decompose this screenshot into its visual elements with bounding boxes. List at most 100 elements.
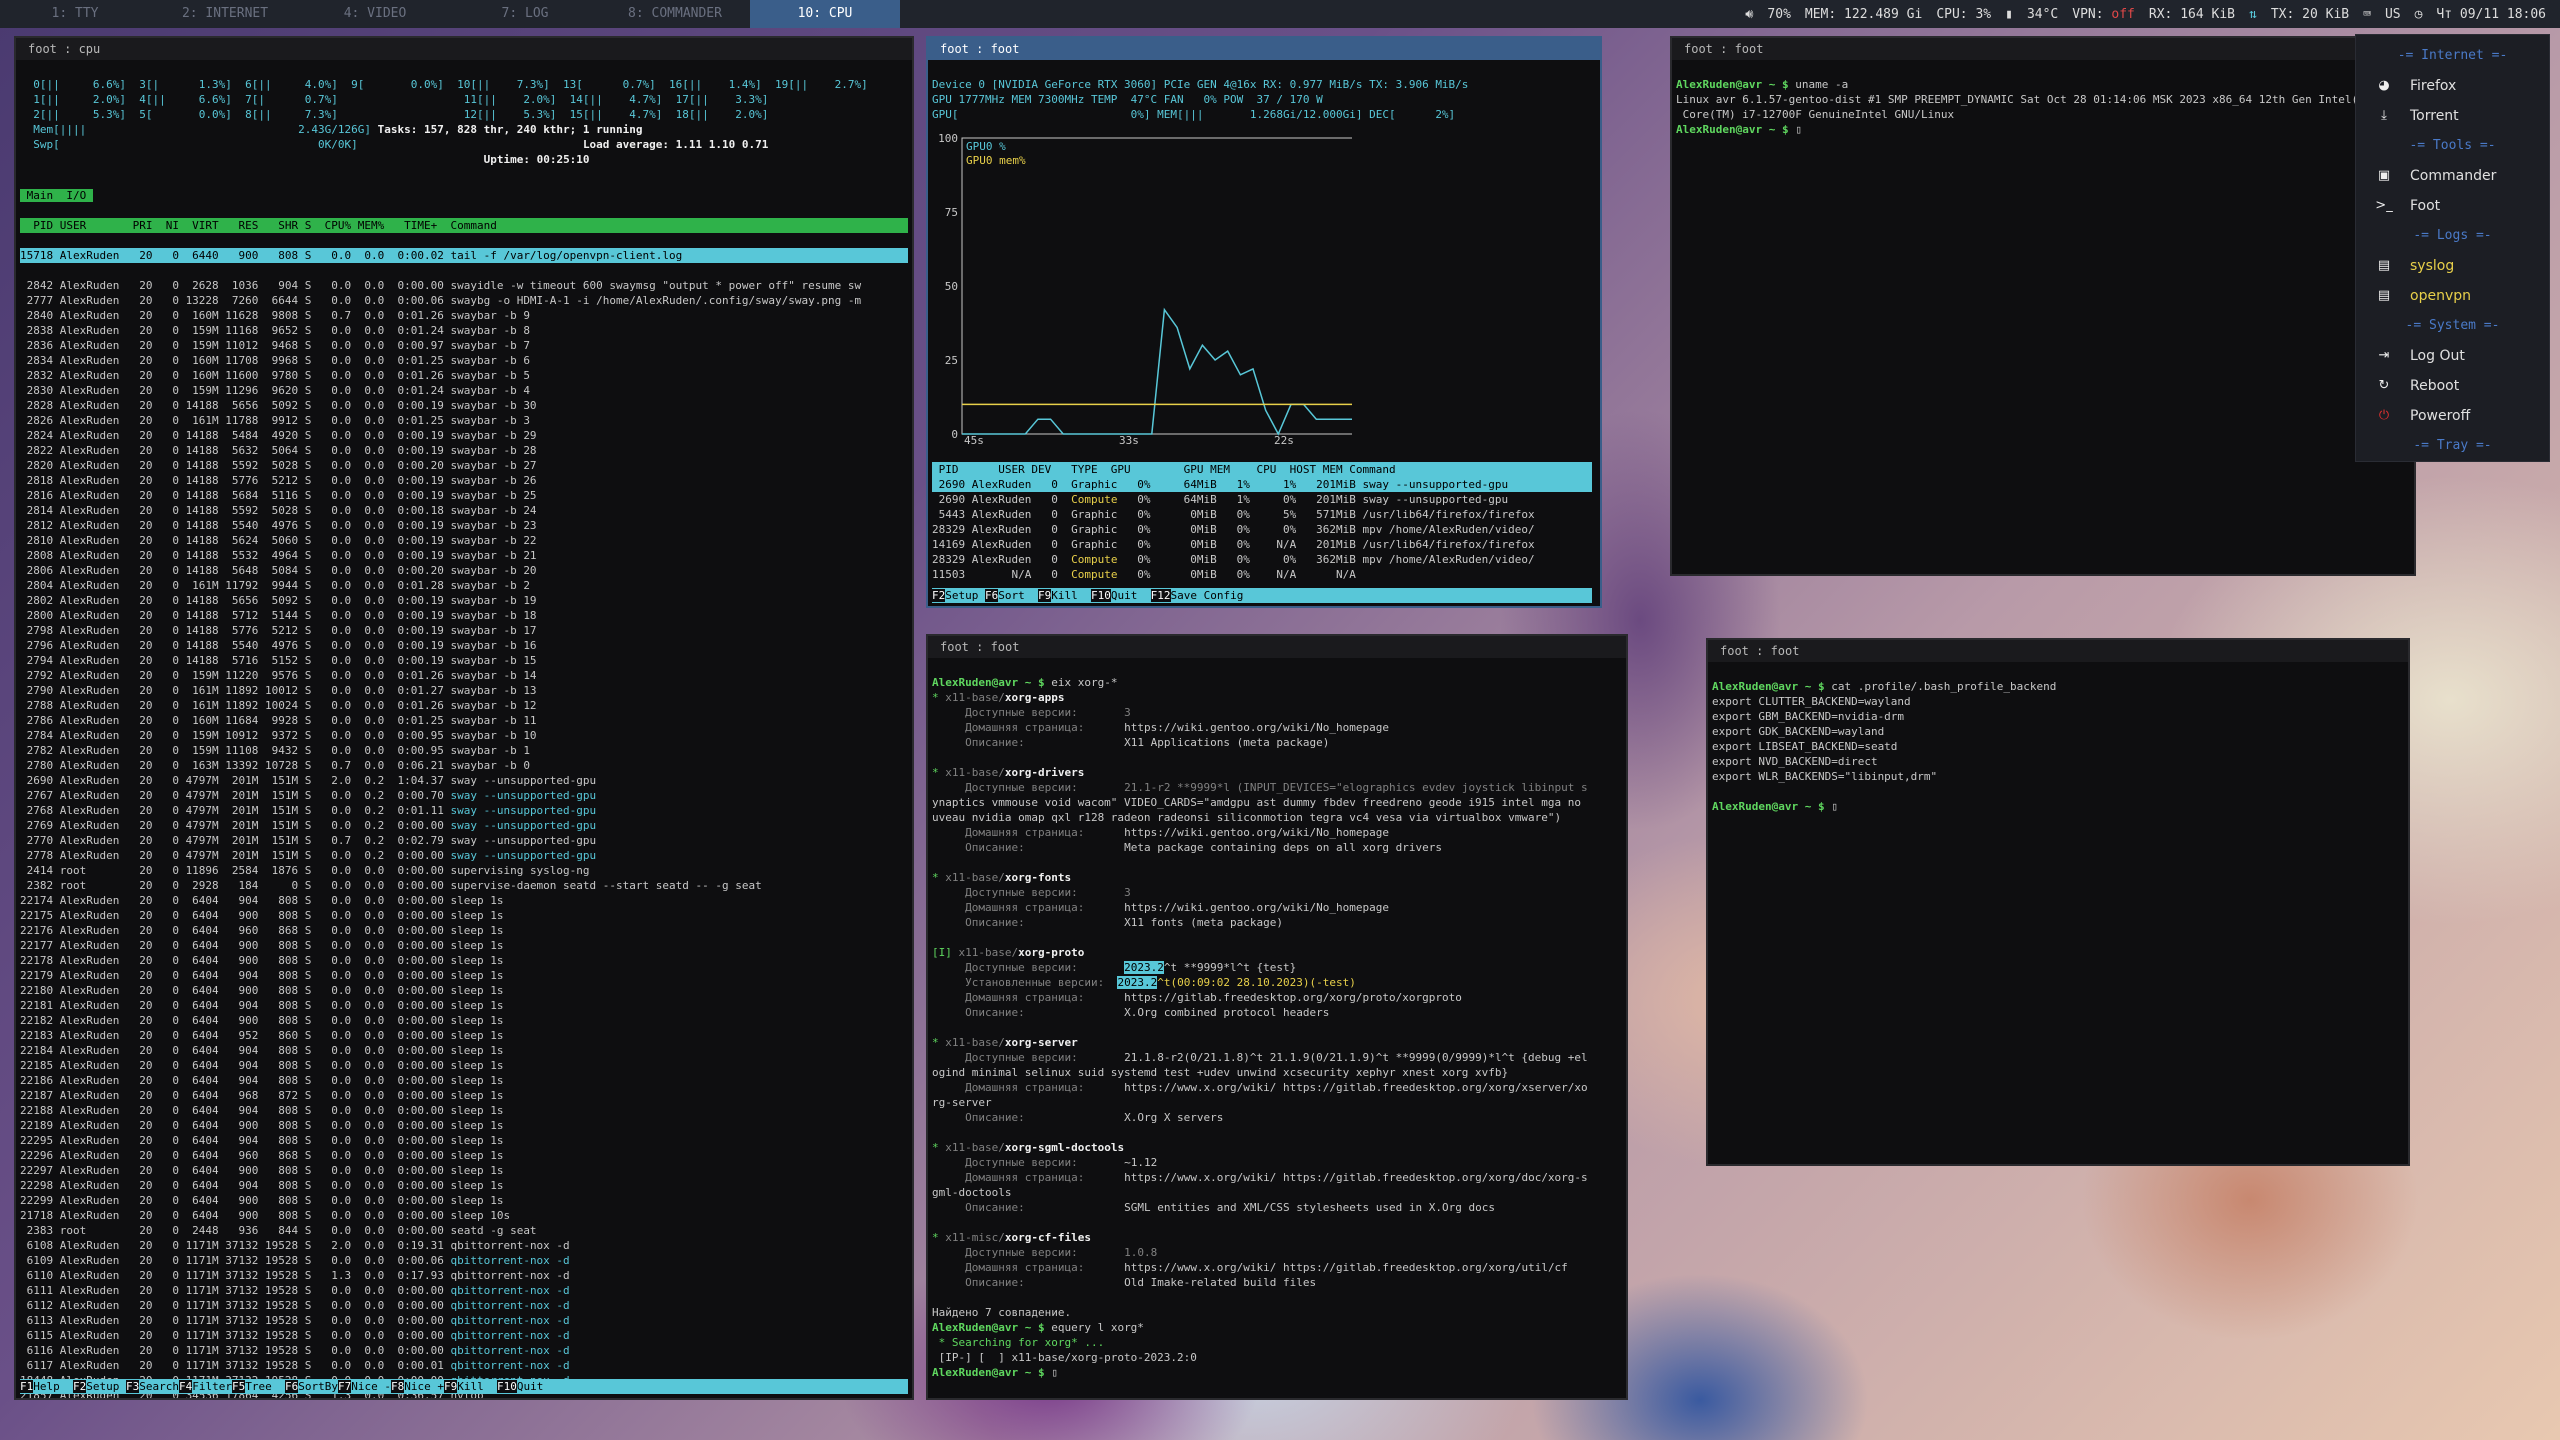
fkey-label[interactable]: Search (139, 1380, 179, 1393)
process-row[interactable]: 2777 AlexRuden 20 0 13228 7260 6644 S 0.… (20, 293, 908, 308)
fkey-f6[interactable]: F6 (985, 589, 999, 602)
fkey-f5[interactable]: F5 (232, 1380, 246, 1393)
process-row[interactable]: 2836 AlexRuden 20 0 159M 11012 9468 S 0.… (20, 338, 908, 353)
fkey-label[interactable]: Tree (245, 1380, 285, 1393)
process-row[interactable]: 2838 AlexRuden 20 0 159M 11168 9652 S 0.… (20, 323, 908, 338)
eix-terminal-window[interactable]: foot : foot AlexRuden@avr ~ $ eix xorg-*… (926, 634, 1628, 1400)
process-row[interactable]: 2784 AlexRuden 20 0 159M 10912 9372 S 0.… (20, 728, 908, 743)
process-row[interactable]: 22187 AlexRuden 20 0 6404 968 872 S 0.0 … (20, 1088, 908, 1103)
gpu-process-row[interactable]: 28329 AlexRuden 0 Graphic 0% 0MiB 0% 0% … (932, 522, 1592, 537)
launcher-logout[interactable]: ⇥ Log Out (2356, 341, 2549, 371)
process-row[interactable]: 2414 root 20 0 11896 2584 1876 S 0.0 0.0… (20, 863, 908, 878)
fkey-label[interactable]: Nice + (404, 1380, 444, 1393)
process-row[interactable]: 6112 AlexRuden 20 0 1171M 37132 19528 S … (20, 1298, 908, 1313)
process-row[interactable]: 22298 AlexRuden 20 0 6404 904 808 S 0.0 … (20, 1178, 908, 1193)
fkey-f2[interactable]: F2 (73, 1380, 87, 1393)
gpu-process-header[interactable]: PID USER DEV TYPE GPU GPU MEM CPU HOST M… (932, 462, 1592, 477)
process-row[interactable]: 2796 AlexRuden 20 0 14188 5540 4976 S 0.… (20, 638, 908, 653)
workspace-4[interactable]: 4: VIDEO (300, 0, 450, 28)
process-row[interactable]: 2820 AlexRuden 20 0 14188 5592 5028 S 0.… (20, 458, 908, 473)
fkey-label[interactable]: Quit (516, 1380, 557, 1393)
workspace-8[interactable]: 8: COMMANDER (600, 0, 750, 28)
process-row[interactable]: 22299 AlexRuden 20 0 6404 900 808 S 0.0 … (20, 1193, 908, 1208)
process-row[interactable]: 2834 AlexRuden 20 0 160M 11708 9968 S 0.… (20, 353, 908, 368)
process-row[interactable]: 2798 AlexRuden 20 0 14188 5776 5212 S 0.… (20, 623, 908, 638)
process-row[interactable]: 22179 AlexRuden 20 0 6404 904 808 S 0.0 … (20, 968, 908, 983)
fkey-label[interactable]: Nice - (351, 1380, 391, 1393)
process-row[interactable]: 2802 AlexRuden 20 0 14188 5656 5092 S 0.… (20, 593, 908, 608)
terminal-content[interactable]: AlexRuden@avr ~ $ uname -a Linux avr 6.1… (1672, 60, 2414, 169)
process-row[interactable]: 2790 AlexRuden 20 0 161M 11892 10012 S 0… (20, 683, 908, 698)
fkey-label[interactable]: Kill (1051, 589, 1091, 602)
process-row[interactable]: 2767 AlexRuden 20 0 4797M 201M 151M S 0.… (20, 788, 908, 803)
launcher-torrent[interactable]: ⤓ Torrent (2356, 101, 2549, 131)
workspace-10[interactable]: 10: CPU (750, 0, 900, 28)
fkey-f8[interactable]: F8 (391, 1380, 405, 1393)
process-row[interactable]: 2788 AlexRuden 20 0 161M 11892 10024 S 0… (20, 698, 908, 713)
process-row[interactable]: 6108 AlexRuden 20 0 1171M 37132 19528 S … (20, 1238, 908, 1253)
process-row[interactable]: 22186 AlexRuden 20 0 6404 904 808 S 0.0 … (20, 1073, 908, 1088)
fkey-f7[interactable]: F7 (338, 1380, 352, 1393)
gpu-process-row[interactable]: 28329 AlexRuden 0 Compute 0% 0MiB 0% 0% … (932, 552, 1592, 567)
fkey-label[interactable]: Help (33, 1380, 73, 1393)
launcher-reboot[interactable]: ↻ Reboot (2356, 371, 2549, 401)
fkey-f3[interactable]: F3 (126, 1380, 140, 1393)
process-row[interactable]: 22189 AlexRuden 20 0 6404 900 808 S 0.0 … (20, 1118, 908, 1133)
terminal-content[interactable]: AlexRuden@avr ~ $ eix xorg-* * x11-base/… (928, 658, 1626, 1398)
gpu-process-table[interactable]: PID USER DEV TYPE GPU GPU MEM CPU HOST M… (932, 462, 1592, 582)
speaker-icon[interactable]: 🔊︎ (1745, 7, 1753, 22)
fkey-f9[interactable]: F9 (444, 1380, 458, 1393)
gpu-process-list[interactable]: 2690 AlexRuden 0 Graphic 0% 64MiB 1% 1% … (932, 477, 1592, 582)
process-row[interactable]: 2818 AlexRuden 20 0 14188 5776 5212 S 0.… (20, 473, 908, 488)
process-row[interactable]: 2830 AlexRuden 20 0 159M 11296 9620 S 0.… (20, 383, 908, 398)
launcher-syslog[interactable]: ▤ syslog (2356, 251, 2549, 281)
process-row[interactable]: 2792 AlexRuden 20 0 159M 11220 9576 S 0.… (20, 668, 908, 683)
gpu-process-row[interactable]: 2690 AlexRuden 0 Compute 0% 64MiB 1% 0% … (932, 492, 1592, 507)
process-row[interactable]: 22296 AlexRuden 20 0 6404 960 868 S 0.0 … (20, 1148, 908, 1163)
process-row[interactable]: 2768 AlexRuden 20 0 4797M 201M 151M S 0.… (20, 803, 908, 818)
process-row[interactable]: 22182 AlexRuden 20 0 6404 900 808 S 0.0 … (20, 1013, 908, 1028)
fkey-f10[interactable]: F10 (497, 1380, 517, 1393)
fkey-f2[interactable]: F2 (932, 589, 946, 602)
fkey-label[interactable]: Save Config (1170, 589, 1244, 602)
process-row[interactable]: 2690 AlexRuden 20 0 4797M 201M 151M S 2.… (20, 773, 908, 788)
process-row[interactable]: 2814 AlexRuden 20 0 14188 5592 5028 S 0.… (20, 503, 908, 518)
process-row[interactable]: 6117 AlexRuden 20 0 1171M 37132 19528 S … (20, 1358, 908, 1373)
process-row[interactable]: 22184 AlexRuden 20 0 6404 904 808 S 0.0 … (20, 1043, 908, 1058)
gpu-process-row[interactable]: 5443 AlexRuden 0 Graphic 0% 0MiB 0% 5% 5… (932, 507, 1592, 522)
process-row[interactable]: 2826 AlexRuden 20 0 161M 11788 9912 S 0.… (20, 413, 908, 428)
process-row[interactable]: 21718 AlexRuden 20 0 6404 900 808 S 0.0 … (20, 1208, 908, 1223)
process-row[interactable]: 22177 AlexRuden 20 0 6404 900 808 S 0.0 … (20, 938, 908, 953)
process-row[interactable]: 6109 AlexRuden 20 0 1171M 37132 19528 S … (20, 1253, 908, 1268)
nvtop-window[interactable]: foot : foot Device 0 [NVIDIA GeForce RTX… (926, 36, 1602, 608)
process-row[interactable]: 2816 AlexRuden 20 0 14188 5684 5116 S 0.… (20, 488, 908, 503)
fkey-f1[interactable]: F1 (20, 1380, 34, 1393)
process-row[interactable]: 22295 AlexRuden 20 0 6404 904 808 S 0.0 … (20, 1133, 908, 1148)
gpu-process-row[interactable]: 11503 N/A 0 Compute 0% 0MiB 0% N/A N/A (932, 567, 1592, 582)
process-row[interactable]: 6110 AlexRuden 20 0 1171M 37132 19528 S … (20, 1268, 908, 1283)
process-row[interactable]: 22176 AlexRuden 20 0 6404 960 868 S 0.0 … (20, 923, 908, 938)
process-row[interactable]: 2800 AlexRuden 20 0 14188 5712 5144 S 0.… (20, 608, 908, 623)
htop-window[interactable]: foot : cpu 0[|| 6.6%] 3[| 1.3%] 6[|| 4.0… (14, 36, 914, 1400)
process-row[interactable]: 2794 AlexRuden 20 0 14188 5716 5152 S 0.… (20, 653, 908, 668)
process-row[interactable]: 2786 AlexRuden 20 0 160M 11684 9928 S 0.… (20, 713, 908, 728)
datetime[interactable]: Чт 09/11 18:06 (2436, 7, 2546, 22)
fkey-f6[interactable]: F6 (285, 1380, 299, 1393)
process-row[interactable]: 2842 AlexRuden 20 0 2628 1036 904 S 0.0 … (20, 278, 908, 293)
process-row[interactable]: 2822 AlexRuden 20 0 14188 5632 5064 S 0.… (20, 443, 908, 458)
gpu-process-row[interactable]: 2690 AlexRuden 0 Graphic 0% 64MiB 1% 1% … (932, 477, 1592, 492)
fkey-label[interactable]: Setup (945, 589, 985, 602)
launcher-poweroff[interactable]: ⏻ Poweroff (2356, 401, 2549, 431)
process-row[interactable]: 22175 AlexRuden 20 0 6404 900 808 S 0.0 … (20, 908, 908, 923)
workspace-2[interactable]: 2: INTERNET (150, 0, 300, 28)
process-row[interactable]: 2806 AlexRuden 20 0 14188 5648 5084 S 0.… (20, 563, 908, 578)
process-row[interactable]: 22181 AlexRuden 20 0 6404 904 808 S 0.0 … (20, 998, 908, 1013)
profile-terminal-window[interactable]: foot : foot AlexRuden@avr ~ $ cat .profi… (1706, 638, 2410, 1166)
process-row[interactable]: 2808 AlexRuden 20 0 14188 5532 4964 S 0.… (20, 548, 908, 563)
process-row[interactable]: 2383 root 20 0 2448 936 844 S 0.0 0.0 0:… (20, 1223, 908, 1238)
process-row[interactable]: 2780 AlexRuden 20 0 163M 13392 10728 S 0… (20, 758, 908, 773)
process-row[interactable]: 22297 AlexRuden 20 0 6404 900 808 S 0.0 … (20, 1163, 908, 1178)
fkey-label[interactable]: SortBy (298, 1380, 338, 1393)
uname-terminal-window[interactable]: foot : foot AlexRuden@avr ~ $ uname -a L… (1670, 36, 2416, 576)
process-row[interactable]: 22180 AlexRuden 20 0 6404 900 808 S 0.0 … (20, 983, 908, 998)
